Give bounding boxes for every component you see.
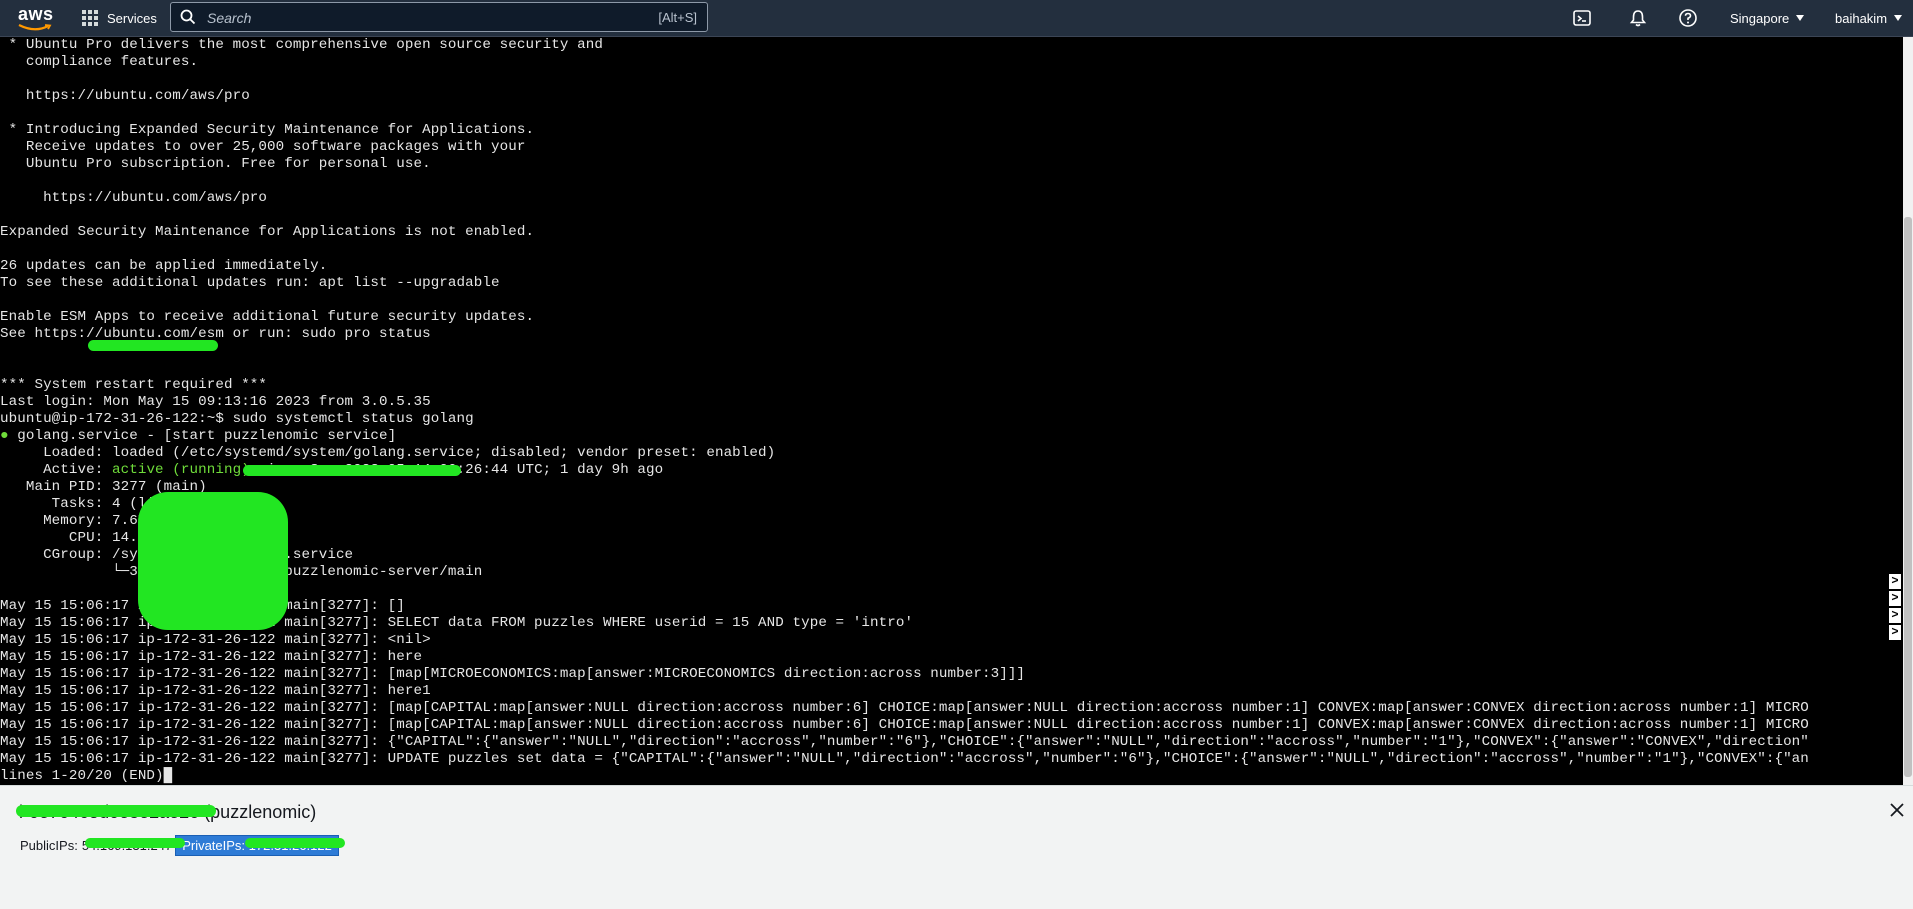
- aws-smile-icon: [18, 24, 52, 31]
- line-overflow-marker: >: [1889, 591, 1901, 606]
- terminal-line: May 15 15:06:17 ip-172-31-26-122 main[32…: [0, 666, 1026, 682]
- terminal-line: May 15 15:06:17 ip-172-31-26-122 main[32…: [0, 649, 423, 665]
- terminal-line: Last login: Mon May 15 09:13:16 2023 fro…: [0, 394, 431, 410]
- terminal-lines: * Ubuntu Pro delivers the most comprehen…: [0, 37, 1809, 785]
- terminal-line: 26 updates can be applied immediately.: [0, 258, 328, 274]
- terminal-output[interactable]: * Ubuntu Pro delivers the most comprehen…: [0, 37, 1903, 785]
- redaction-mark: [138, 492, 288, 630]
- redaction-mark: [88, 340, 218, 351]
- terminal-line: * Introducing Expanded Security Maintena…: [0, 122, 535, 138]
- line-overflow-marker: >: [1889, 608, 1901, 623]
- terminal-line: May 15 15:06:17 ip-172-31-26-122 main[32…: [0, 683, 431, 699]
- search-bar[interactable]: [Alt+S]: [170, 2, 708, 32]
- terminal-line: https://ubuntu.com/aws/pro: [0, 190, 268, 206]
- help-icon[interactable]: [1678, 8, 1698, 28]
- terminal-line: https://ubuntu.com/aws/pro: [0, 88, 250, 104]
- bell-icon[interactable]: [1628, 8, 1648, 28]
- terminal-line: Receive updates to over 25,000 software …: [0, 139, 526, 155]
- username-label: baihakim: [1835, 10, 1888, 26]
- redaction-mark: [243, 465, 461, 476]
- terminal-line: compliance features.: [0, 54, 199, 70]
- terminal-line: May 15 15:06:17 ip-172-31-26-122 main[32…: [0, 700, 1809, 716]
- grid-icon: [82, 10, 98, 26]
- line-overflow-marker: >: [1889, 625, 1901, 640]
- terminal-line: ubuntu@ip-172-31-26-122:~$ sudo systemct…: [0, 411, 474, 427]
- search-icon: [180, 9, 196, 25]
- redaction-mark: [85, 838, 185, 848]
- terminal-line: ● golang.service - [start puzzlenomic se…: [0, 428, 397, 444]
- services-menu-button[interactable]: Services: [82, 0, 157, 36]
- aws-logo[interactable]: aws: [16, 4, 56, 32]
- terminal-line: See https://ubuntu.com/esm or run: sudo …: [0, 326, 431, 342]
- terminal-line: To see these additional updates run: apt…: [0, 275, 500, 291]
- search-input[interactable]: [205, 6, 629, 30]
- terminal-line: May 15 15:06:17 ip-172-31-26-122 main[32…: [0, 751, 1809, 767]
- terminal-line: lines 1-20/20 (END)█: [0, 768, 173, 784]
- cloudshell-icon[interactable]: [1572, 8, 1592, 28]
- terminal-line: May 15 15:06:17 ip-172-31-26-122 main[32…: [0, 734, 1809, 750]
- terminal-line: *** System restart required ***: [0, 377, 268, 393]
- terminal-line: Ubuntu Pro subscription. Free for person…: [0, 156, 431, 172]
- terminal-line: May 15 15:06:17 ip-172-31-26-122 main[32…: [0, 717, 1809, 733]
- aws-logo-text: aws: [18, 4, 54, 24]
- terminal-scrollbar[interactable]: [1903, 37, 1913, 785]
- instance-info-panel: i-0e76465d0e3e2ae26 (puzzlenomic) Public…: [0, 785, 1913, 909]
- terminal-line: Loaded: loaded (/etc/systemd/system/gola…: [0, 445, 776, 461]
- close-icon[interactable]: [1889, 802, 1905, 818]
- public-ip-label: PublicIPs:: [20, 838, 78, 853]
- redaction-mark: [245, 838, 345, 848]
- account-menu[interactable]: baihakim: [1835, 0, 1903, 36]
- search-shortcut-hint: [Alt+S]: [658, 10, 697, 25]
- terminal-line: Expanded Security Maintenance for Applic…: [0, 224, 535, 240]
- scrollbar-thumb[interactable]: [1904, 217, 1912, 777]
- terminal-line: Main PID: 3277 (main): [0, 479, 207, 495]
- terminal-line: May 15 15:06:17 ip-172-31-26-122 main[32…: [0, 632, 431, 648]
- terminal-line: * Ubuntu Pro delivers the most comprehen…: [0, 37, 603, 53]
- services-label: Services: [107, 10, 157, 26]
- caret-down-icon: [1796, 15, 1805, 21]
- caret-down-icon: [1894, 15, 1903, 21]
- private-ip-label: PrivateIPs:: [182, 838, 246, 853]
- redaction-mark: [16, 805, 216, 817]
- aws-top-navigation: aws Services [Alt+S] Singapore: [0, 0, 1913, 37]
- region-label: Singapore: [1730, 10, 1790, 26]
- terminal-line: Enable ESM Apps to receive additional fu…: [0, 309, 535, 325]
- region-selector[interactable]: Singapore: [1730, 0, 1805, 36]
- line-overflow-marker: >: [1889, 574, 1901, 589]
